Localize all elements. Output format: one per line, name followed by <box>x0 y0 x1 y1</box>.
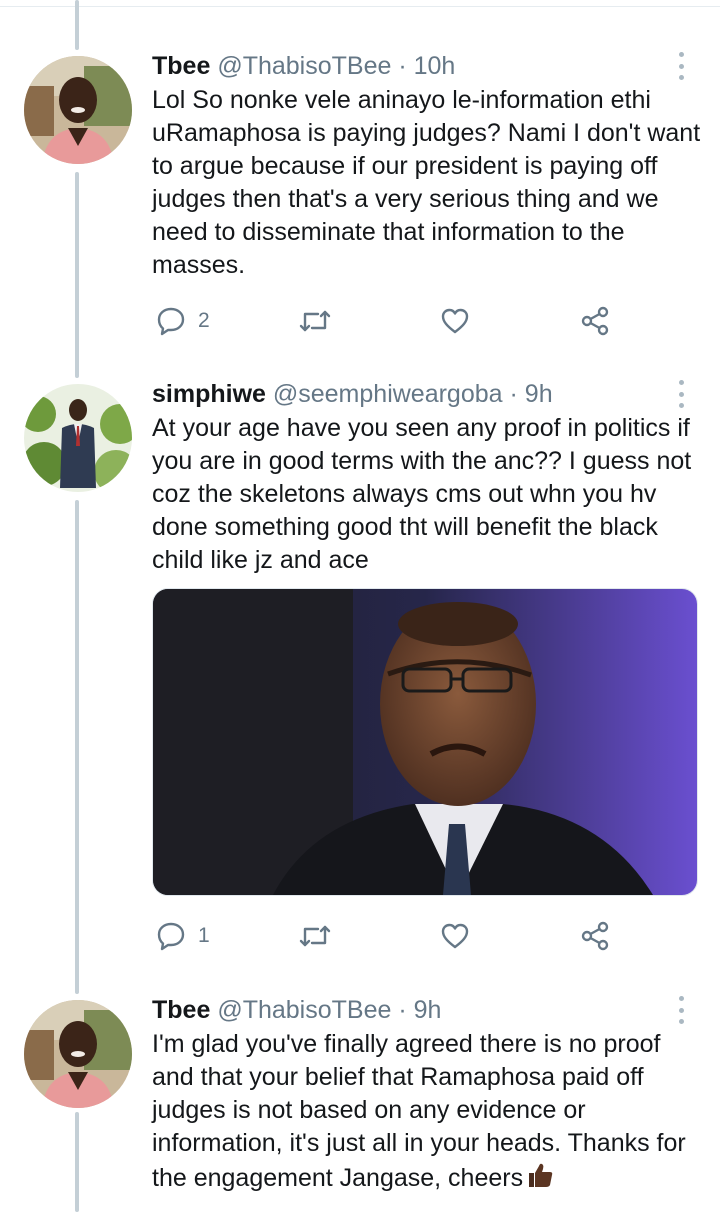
like-button[interactable] <box>440 301 470 341</box>
avatar[interactable] <box>24 56 132 164</box>
reply-button[interactable]: 1 <box>156 916 210 956</box>
retweet-button[interactable] <box>298 916 332 956</box>
tweet-header: Tbee @ThabisoTBee · 9h <box>152 994 441 1026</box>
author-handle[interactable]: @seemphiweargoba <box>273 380 503 408</box>
tweet-text: Lol So nonke vele aninayo le-information… <box>152 86 701 279</box>
reply-button[interactable]: 2 <box>156 301 210 341</box>
author-name[interactable]: simphiwe <box>152 380 266 408</box>
author-handle[interactable]: @ThabisoTBee <box>217 996 391 1024</box>
thumbs-up-emoji <box>529 1163 553 1187</box>
author-name[interactable]: Tbee <box>152 996 210 1024</box>
more-options-icon[interactable] <box>674 52 688 80</box>
tweet-text: I'm glad you've finally agreed there is … <box>152 1028 704 1195</box>
reply-icon <box>157 307 185 336</box>
action-bar: 1 <box>152 916 632 956</box>
tweet-text-content: I'm glad you've finally agreed there is … <box>152 1030 686 1192</box>
tweet[interactable]: Tbee @ThabisoTBee · 10h Lol So nonke vel… <box>0 50 720 350</box>
timestamp[interactable]: 10h <box>414 52 456 80</box>
heart-icon <box>441 923 469 949</box>
share-icon <box>581 921 609 951</box>
retweet-button[interactable] <box>298 301 332 341</box>
tweet-media-image[interactable] <box>152 588 698 896</box>
like-button[interactable] <box>440 916 470 956</box>
more-options-icon[interactable] <box>674 996 688 1024</box>
timestamp[interactable]: 9h <box>414 996 442 1024</box>
action-bar: 2 <box>152 301 632 341</box>
avatar-image <box>24 56 132 164</box>
share-button[interactable] <box>580 916 610 956</box>
avatar-image <box>24 384 132 492</box>
retweet-icon <box>299 925 331 947</box>
avatar[interactable] <box>24 384 132 492</box>
tweet[interactable]: simphiwe @seemphiweargoba · 9h At your a… <box>0 378 720 978</box>
photo <box>153 589 697 895</box>
reply-count: 2 <box>198 309 210 332</box>
separator-dot: · <box>509 380 518 408</box>
separator-dot: · <box>398 52 407 80</box>
avatar[interactable] <box>24 1000 132 1108</box>
tweet-text: At your age have you seen any proof in p… <box>152 414 692 574</box>
previous-tweet-edge <box>0 0 720 7</box>
avatar-image <box>24 1000 132 1108</box>
thread-line <box>75 0 79 50</box>
heart-icon <box>441 308 469 334</box>
share-icon <box>581 306 609 336</box>
more-options-icon[interactable] <box>674 380 688 408</box>
author-handle[interactable]: @ThabisoTBee <box>217 52 391 80</box>
author-name[interactable]: Tbee <box>152 52 210 80</box>
reply-icon <box>157 922 185 951</box>
retweet-icon <box>299 310 331 332</box>
tweet[interactable]: Tbee @ThabisoTBee · 9h I'm glad you've f… <box>0 994 720 1212</box>
tweet-header: simphiwe @seemphiweargoba · 9h <box>152 378 553 410</box>
share-button[interactable] <box>580 301 610 341</box>
timestamp[interactable]: 9h <box>525 380 553 408</box>
tweet-header: Tbee @ThabisoTBee · 10h <box>152 50 455 82</box>
separator-dot: · <box>398 996 407 1024</box>
reply-count: 1 <box>198 924 210 947</box>
